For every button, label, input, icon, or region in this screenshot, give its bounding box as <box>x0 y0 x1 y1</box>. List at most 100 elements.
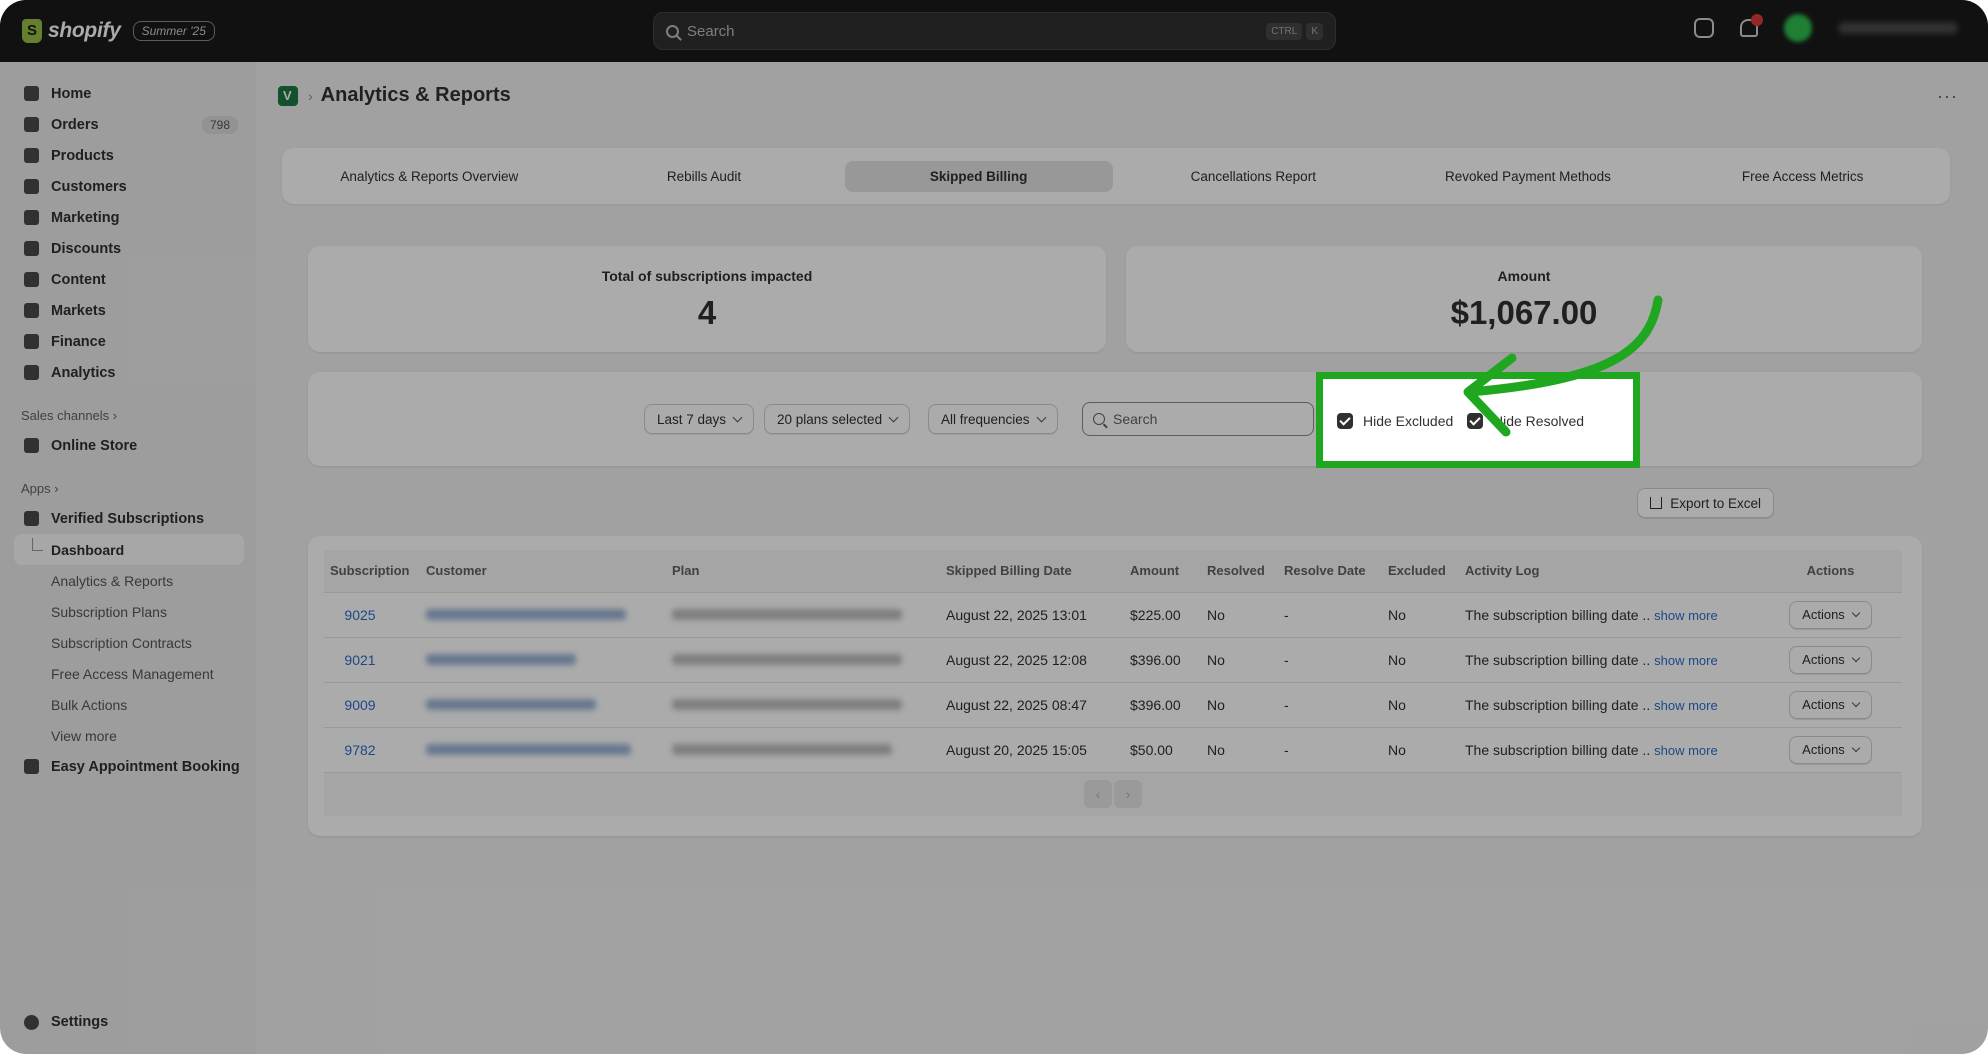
table-container: Subscription Customer Plan Skipped Billi… <box>324 550 1902 816</box>
sidebar-item-content[interactable]: Content <box>14 264 244 295</box>
checkbox-checked-icon <box>1467 413 1483 429</box>
sidebar-item-markets[interactable]: Markets <box>14 295 244 326</box>
col-resolved[interactable]: Resolved <box>1201 550 1278 592</box>
hide-excluded-checkbox[interactable]: Hide Excluded <box>1337 413 1453 429</box>
skipped-date: August 20, 2025 15:05 <box>940 726 1124 772</box>
sidebar-item-analytics[interactable]: Analytics <box>14 357 244 388</box>
filter-bar: Last 7 days 20 plans selected All freque… <box>308 372 1922 466</box>
col-resolve-date[interactable]: Resolve Date <box>1278 550 1382 592</box>
col-customer[interactable]: Customer <box>420 550 666 592</box>
tab-overview[interactable]: Analytics & Reports Overview <box>295 161 563 192</box>
actions-button[interactable]: Actions <box>1789 600 1872 629</box>
sidebar-sub-subscription-contracts[interactable]: Subscription Contracts <box>14 627 244 658</box>
sidebar-item-finance[interactable]: Finance <box>14 326 244 357</box>
tab-free-access[interactable]: Free Access Metrics <box>1669 161 1937 192</box>
col-amount[interactable]: Amount <box>1124 550 1201 592</box>
show-more-link[interactable]: show more <box>1654 653 1718 668</box>
sidebar-item-products[interactable]: Products <box>14 140 244 171</box>
customer-email-redacted[interactable] <box>426 698 596 710</box>
excluded: No <box>1382 726 1459 772</box>
sidebar-sub-free-access[interactable]: Free Access Management <box>14 658 244 689</box>
col-subscription[interactable]: Subscription <box>324 550 420 592</box>
show-more-link[interactable]: show more <box>1654 698 1718 713</box>
subscription-link[interactable]: 9009 <box>330 697 390 713</box>
col-plan[interactable]: Plan <box>666 550 940 592</box>
subscription-link[interactable]: 9021 <box>330 652 390 668</box>
col-actions: Actions <box>1759 550 1902 592</box>
sidebar-item-label: Marketing <box>51 209 120 226</box>
chevron-down-icon <box>732 412 743 422</box>
top-bar: shopify Summer '25 Search CTRL K <box>0 0 1988 62</box>
col-activity-log[interactable]: Activity Log <box>1459 550 1759 592</box>
subscriptions-impacted-label: Total of subscriptions impacted <box>601 268 813 284</box>
pagination: ‹ › <box>330 780 1896 809</box>
target-icon <box>24 210 39 225</box>
subscriptions-impacted-card: Total of subscriptions impacted 4 <box>308 246 1106 352</box>
tab-rebills-audit[interactable]: Rebills Audit <box>570 161 838 192</box>
apps-label[interactable]: Apps › <box>14 473 244 503</box>
shopify-logo[interactable]: shopify Summer '25 <box>22 19 215 43</box>
sidebar-sub-view-more[interactable]: View more <box>14 720 244 751</box>
sidebar-item-easy-booking[interactable]: Easy Appointment Booking <box>14 751 244 782</box>
sales-channels-label[interactable]: Sales channels › <box>14 400 244 430</box>
show-more-link[interactable]: show more <box>1654 608 1718 623</box>
sidebar-item-settings[interactable]: Settings <box>24 1014 108 1030</box>
resolved: No <box>1201 636 1278 682</box>
actions-button[interactable]: Actions <box>1789 735 1872 764</box>
sidebar-item-label: Settings <box>51 1014 109 1030</box>
app-logo-icon[interactable] <box>278 85 298 106</box>
global-search-input[interactable]: Search CTRL K <box>653 12 1336 50</box>
notification-bell-icon[interactable] <box>1740 14 1763 37</box>
tab-skipped-billing[interactable]: Skipped Billing <box>844 160 1113 192</box>
excluded: No <box>1382 591 1459 637</box>
tag-icon <box>24 148 39 163</box>
hide-resolved-checkbox[interactable]: Hide Resolved <box>1467 413 1584 429</box>
prev-page-icon[interactable]: ‹ <box>1084 780 1112 809</box>
sidebar-item-marketing[interactable]: Marketing <box>14 202 244 233</box>
next-page-icon[interactable]: › <box>1114 780 1142 809</box>
sidebar-sub-analytics-reports[interactable]: Analytics & Reports <box>14 565 244 596</box>
actions-button[interactable]: Actions <box>1789 690 1872 719</box>
sidebar-item-verified-subscriptions[interactable]: Verified Subscriptions <box>14 503 244 534</box>
chevron-down-icon <box>1851 698 1861 707</box>
show-more-link[interactable]: show more <box>1654 743 1718 758</box>
section-label-text: Sales channels <box>21 407 110 423</box>
bar-chart-icon <box>24 365 39 380</box>
date-range-dropdown[interactable]: Last 7 days <box>644 404 755 434</box>
customer-email-redacted[interactable] <box>426 608 626 620</box>
upload-icon <box>1650 497 1663 509</box>
sidebar-item-discounts[interactable]: Discounts <box>14 233 244 264</box>
actions-button[interactable]: Actions <box>1789 645 1872 674</box>
sidebar-item-online-store[interactable]: Online Store <box>14 430 244 461</box>
plans-dropdown[interactable]: 20 plans selected <box>764 404 911 434</box>
sidebar-item-orders[interactable]: Orders 798 <box>14 109 244 140</box>
col-excluded[interactable]: Excluded <box>1382 550 1459 592</box>
customer-email-redacted[interactable] <box>426 653 576 665</box>
avatar[interactable] <box>1784 14 1812 42</box>
subscription-link[interactable]: 9782 <box>330 742 390 758</box>
bank-icon <box>24 334 39 349</box>
subscription-link[interactable]: 9025 <box>330 607 390 623</box>
sidebar-item-label: Easy Appointment Booking <box>51 758 240 775</box>
sidebar-item-home[interactable]: Home <box>14 78 244 109</box>
frequency-label: All frequencies <box>941 411 1030 427</box>
sidebar-sub-dashboard[interactable]: Dashboard <box>14 534 244 565</box>
customer-email-redacted[interactable] <box>426 743 631 755</box>
sidebar-sub-bulk-actions[interactable]: Bulk Actions <box>14 689 244 720</box>
frequency-dropdown[interactable]: All frequencies <box>928 404 1058 434</box>
export-excel-button[interactable]: Export to Excel <box>1637 488 1774 518</box>
tab-cancellations[interactable]: Cancellations Report <box>1119 161 1387 192</box>
chevron-down-icon <box>1851 653 1861 662</box>
sidekick-icon[interactable] <box>1694 18 1714 38</box>
tab-revoked-payment[interactable]: Revoked Payment Methods <box>1394 161 1662 192</box>
sidebar-item-label: Customers <box>51 178 127 195</box>
col-skipped-date[interactable]: Skipped Billing Date <box>940 550 1124 592</box>
sidebar-item-label: Verified Subscriptions <box>51 510 205 527</box>
table-search-input[interactable]: Search <box>1082 402 1314 436</box>
person-icon <box>24 179 39 194</box>
section-label-text: Apps <box>21 480 51 496</box>
more-actions-icon[interactable]: ··· <box>1937 86 1958 107</box>
sidebar-sub-subscription-plans[interactable]: Subscription Plans <box>14 596 244 627</box>
store-name-redacted[interactable] <box>1838 22 1958 34</box>
sidebar-item-customers[interactable]: Customers <box>14 171 244 202</box>
